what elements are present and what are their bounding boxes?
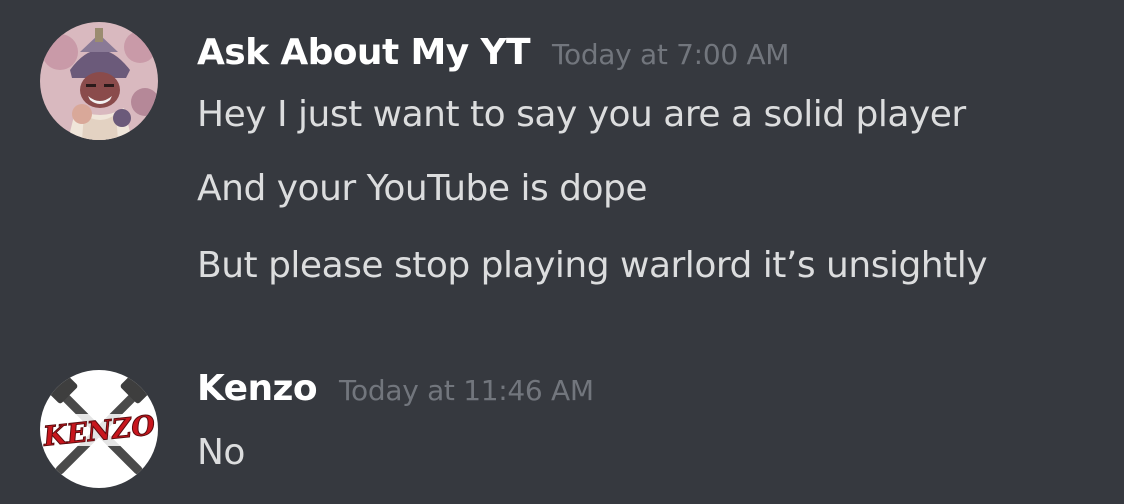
samurai-avatar-icon[interactable] [40,22,158,140]
message-text: No [197,432,245,473]
username[interactable]: Ask About My YT [197,32,531,73]
username[interactable]: Kenzo [197,368,318,409]
message-header: Ask About My YT Today at 7:00 AM [197,32,789,73]
message-text: Hey I just want to say you are a solid p… [197,94,966,135]
kenzo-logo-avatar-icon[interactable]: KENZO [40,370,158,488]
message-header: Kenzo Today at 11:46 AM [197,368,594,409]
timestamp[interactable]: Today at 11:46 AM [339,374,594,407]
message-text: But please stop playing warlord it’s uns… [197,245,988,286]
chat-message-list: Ask About My YT Today at 7:00 AM Hey I ju… [0,0,1124,504]
message-text: And your YouTube is dope [197,168,648,209]
timestamp[interactable]: Today at 7:00 AM [552,38,790,71]
